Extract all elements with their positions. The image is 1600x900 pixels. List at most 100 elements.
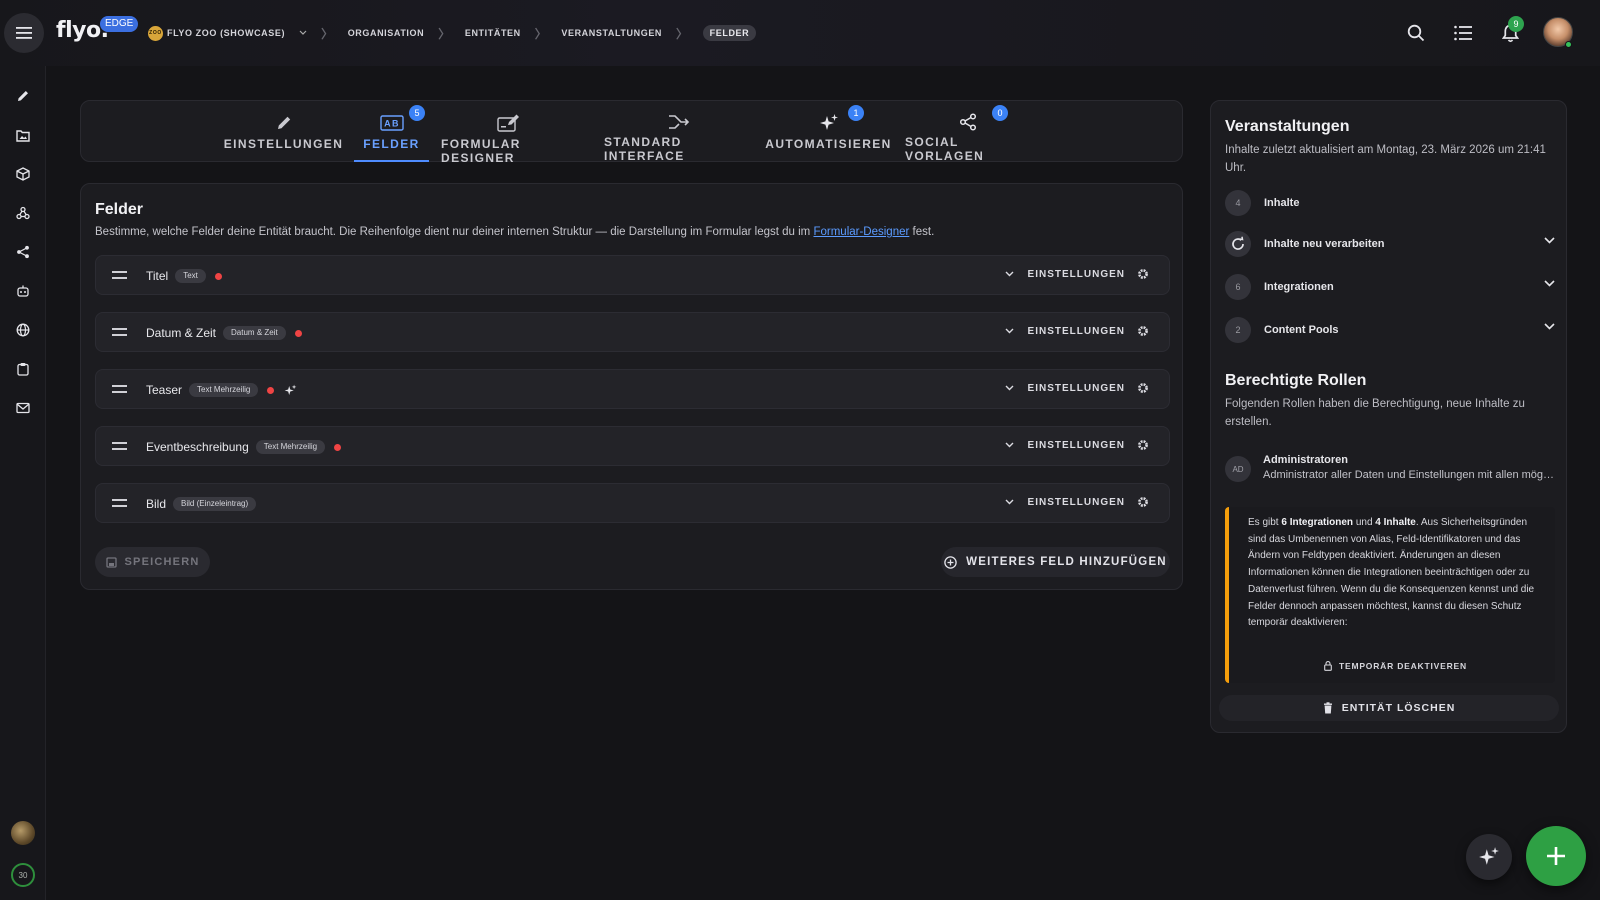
breadcrumb-entitaeten[interactable]: ENTITÄTEN: [465, 28, 521, 38]
sidebar-item-tasks[interactable]: [13, 359, 33, 379]
sidebar-item-entities[interactable]: [13, 164, 33, 184]
chevron-down-icon: [1005, 499, 1014, 505]
stat-item-reprocess[interactable]: Inhalte neu verarbeiten: [1225, 230, 1555, 258]
tab-formular-designer[interactable]: FORMULAR DESIGNER: [441, 101, 576, 165]
webhook-icon: [16, 206, 30, 220]
menu-toggle-button[interactable]: [4, 13, 44, 53]
field-row-titel[interactable]: Titel Text EINSTELLUNGEN: [95, 255, 1170, 295]
field-row-datum-zeit[interactable]: Datum & Zeit Datum & Zeit EINSTELLUNGEN: [95, 312, 1170, 352]
online-status-dot: [1565, 41, 1572, 48]
panel-title: Veranstaltungen: [1225, 118, 1350, 135]
globe-icon: [16, 323, 30, 337]
disable-protection-button[interactable]: TEMPORÄR DEAKTIVEREN: [1324, 661, 1467, 671]
save-button[interactable]: SPEICHERN: [95, 547, 210, 577]
field-type-chip: Bild (Einzeleintrag): [173, 497, 257, 511]
field-name: Titel: [146, 269, 169, 283]
stat-item-content-pools[interactable]: 2 Content Pools: [1225, 316, 1555, 344]
role-avatar: AD: [1225, 456, 1251, 482]
gear-icon: [1138, 497, 1148, 507]
breadcrumb: ZOO FLYO ZOO (SHOWCASE) 〉 ORGANISATION 〉…: [148, 24, 757, 42]
field-row-eventbeschreibung[interactable]: Eventbeschreibung Text Mehrzeilig EINSTE…: [95, 426, 1170, 466]
last-updated-text: Inhalte zuletzt aktualisiert am Montag, …: [1225, 144, 1546, 174]
search-button[interactable]: [1404, 21, 1428, 45]
sidebar: 30: [0, 66, 46, 900]
drag-handle-icon[interactable]: [112, 328, 127, 336]
edge-badge: EDGE: [100, 16, 139, 32]
tasks-button[interactable]: [1451, 21, 1475, 45]
hamburger-icon: [16, 27, 32, 39]
roles-title: Berechtigte Rollen: [1225, 372, 1367, 389]
sidebar-item-content[interactable]: [13, 86, 33, 106]
sidebar-item-webhooks[interactable]: [13, 203, 33, 223]
breadcrumb-separator: 〉: [676, 26, 689, 41]
form-edit-icon: [496, 113, 521, 133]
trash-icon: [1323, 702, 1332, 714]
field-row-teaser[interactable]: Teaser Text Mehrzeilig EINSTELLUNGEN: [95, 369, 1170, 409]
tab-felder[interactable]: AB FELDER 5: [354, 101, 429, 162]
required-dot: [267, 386, 275, 394]
gear-icon: [1138, 269, 1148, 279]
sidebar-item-share[interactable]: [13, 242, 33, 262]
field-settings-button[interactable]: EINSTELLUNGEN: [1005, 325, 1149, 337]
field-type-chip: Text: [175, 269, 206, 283]
drag-handle-icon[interactable]: [112, 442, 127, 450]
add-field-button[interactable]: WEITERES FELD HINZUFÜGEN: [941, 547, 1170, 577]
tab-social-vorlagen[interactable]: SOCIAL VORLAGEN 0: [905, 101, 1030, 163]
sidebar-item-media[interactable]: [13, 125, 33, 145]
sidebar-item-ai[interactable]: [13, 281, 33, 301]
chevron-down-icon: [1005, 385, 1014, 391]
breadcrumb-org[interactable]: ZOO FLYO ZOO (SHOWCASE): [148, 25, 307, 41]
stat-item-inhalte[interactable]: 4 Inhalte: [1225, 189, 1555, 217]
create-button[interactable]: [1526, 826, 1586, 886]
entity-tabs: EINSTELLUNGEN AB FELDER 5 FORMULAR DESIG…: [80, 100, 1183, 165]
tab-automatisieren[interactable]: AUTOMATISIEREN 1: [765, 101, 890, 162]
tab-einstellungen[interactable]: EINSTELLUNGEN: [224, 101, 342, 162]
mail-icon: [16, 402, 30, 414]
workspace-avatar[interactable]: [11, 821, 35, 845]
tab-standard-interface[interactable]: STANDARD INTERFACE: [604, 101, 754, 163]
breadcrumb-veranstaltungen[interactable]: VERANSTALTUNGEN: [561, 28, 662, 38]
field-settings-button[interactable]: EINSTELLUNGEN: [1005, 496, 1149, 508]
clipboard-icon: [17, 363, 29, 376]
field-settings-button[interactable]: EINSTELLUNGEN: [1005, 268, 1149, 280]
section-title: Felder: [95, 201, 144, 218]
ai-assistant-button[interactable]: [1466, 834, 1512, 880]
count-circle: 4: [1225, 190, 1251, 216]
drag-handle-icon[interactable]: [112, 271, 127, 279]
role-name: Administratoren: [1263, 454, 1348, 466]
gear-icon: [1138, 440, 1148, 450]
stat-item-integrationen[interactable]: 6 Integrationen: [1225, 273, 1555, 301]
sparkle-icon: [819, 113, 839, 133]
breadcrumb-felder: FELDER: [702, 25, 757, 41]
sidebar-item-web[interactable]: [13, 320, 33, 340]
chevron-down-icon: [1544, 237, 1555, 244]
sidebar-item-mail[interactable]: [13, 398, 33, 418]
ai-sparkle-icon: [285, 384, 297, 395]
breadcrumb-separator: 〉: [438, 26, 451, 41]
chevron-down-icon: [1544, 323, 1555, 330]
usage-ring[interactable]: 30: [11, 863, 35, 887]
drag-handle-icon[interactable]: [112, 385, 127, 393]
formular-designer-link[interactable]: Formular-Designer: [813, 226, 909, 238]
folder-image-icon: [16, 129, 30, 142]
role-item[interactable]: AD Administratoren Administrator aller D…: [1225, 452, 1555, 486]
pencil-icon: [275, 113, 293, 133]
gear-icon: [1138, 383, 1148, 393]
breadcrumb-separator: 〉: [534, 26, 548, 41]
field-name: Teaser: [146, 383, 183, 397]
svg-text:AB: AB: [384, 119, 400, 129]
cube-icon: [16, 167, 30, 181]
field-settings-button[interactable]: EINSTELLUNGEN: [1005, 382, 1149, 394]
drag-handle-icon[interactable]: [112, 499, 127, 507]
breadcrumb-organisation[interactable]: ORGANISATION: [348, 28, 425, 38]
plus-icon: [1547, 847, 1565, 865]
search-icon: [1407, 24, 1425, 42]
required-dot: [294, 329, 302, 337]
save-icon: [105, 556, 117, 568]
field-row-bild[interactable]: Bild Bild (Einzeleintrag) EINSTELLUNGEN: [95, 483, 1170, 523]
field-settings-button[interactable]: EINSTELLUNGEN: [1005, 439, 1149, 451]
delete-entity-button[interactable]: ENTITÄT LÖSCHEN: [1219, 695, 1559, 721]
role-description: Administrator aller Daten und Einstellun…: [1263, 469, 1555, 481]
chevron-down-icon: [1005, 442, 1014, 448]
notification-count-badge: 9: [1508, 16, 1524, 32]
